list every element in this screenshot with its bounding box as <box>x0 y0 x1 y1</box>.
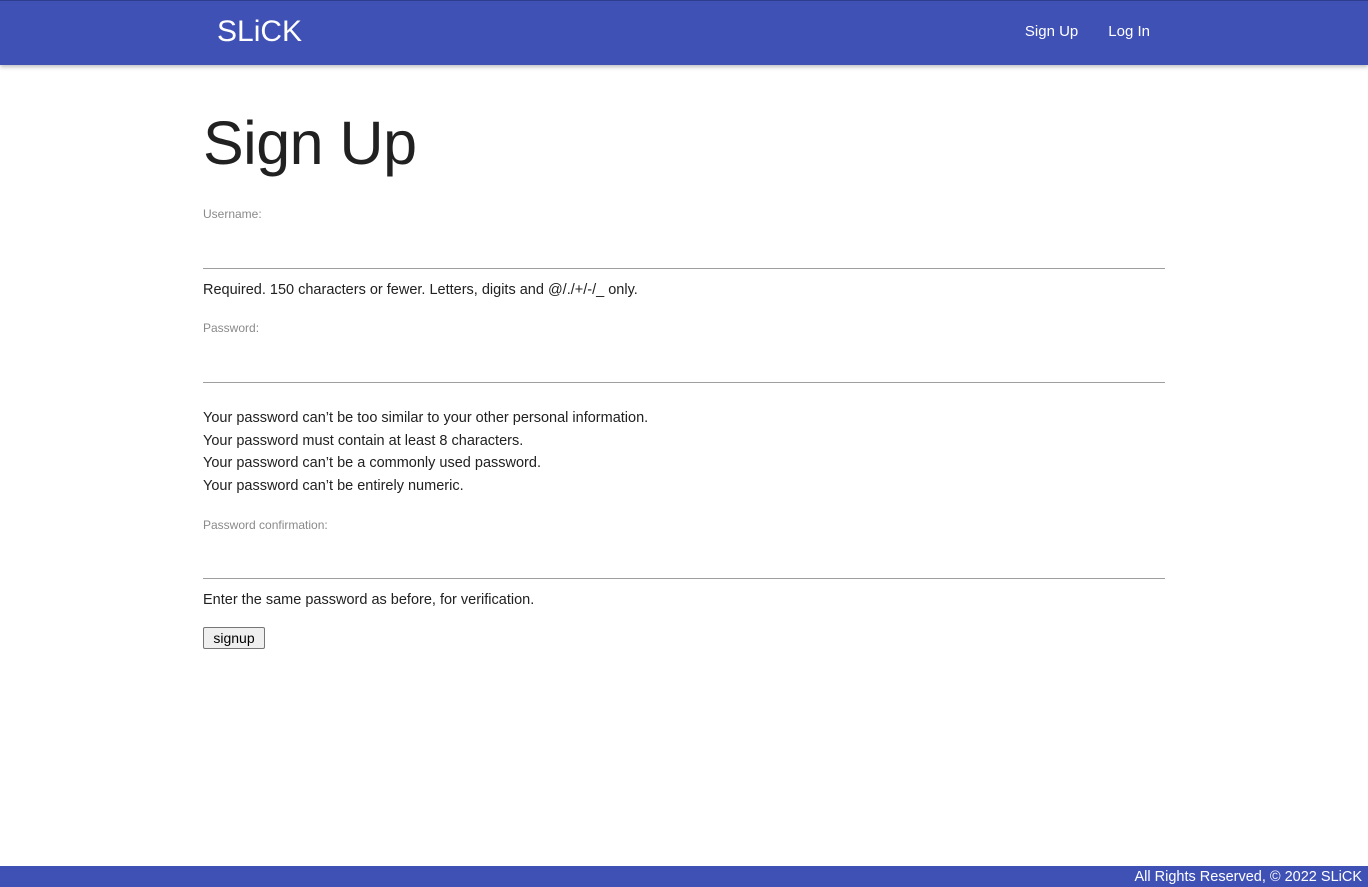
password-help-item: Your password can’t be a commonly used p… <box>203 455 541 471</box>
nav-links: Sign Up Log In <box>1025 23 1150 40</box>
password-confirmation-input[interactable] <box>203 547 1165 579</box>
username-input[interactable] <box>203 237 1165 269</box>
username-label: Username: <box>203 207 262 221</box>
password-input[interactable] <box>203 351 1165 383</box>
password-label: Password: <box>203 321 260 335</box>
page-title: Sign Up <box>203 109 417 177</box>
footer: All Rights Reserved, © 2022 SLiCK <box>0 866 1368 887</box>
nav-sign-up-link[interactable]: Sign Up <box>1025 23 1078 40</box>
password-help-item: Your password can’t be entirely numeric. <box>203 477 464 494</box>
password-help-item: Your password must contain at least 8 ch… <box>203 432 524 449</box>
nav-log-in-link[interactable]: Log In <box>1108 23 1150 40</box>
signup-button[interactable]: signup <box>203 627 265 649</box>
footer-copyright: All Rights Reserved, © 2022 SLiCK <box>1134 869 1362 885</box>
password-confirmation-label: Password confirmation: <box>203 518 328 532</box>
password-help-item: Your password can’t be too similar to yo… <box>203 410 649 426</box>
brand-logo[interactable]: SLiCK <box>217 15 302 49</box>
username-help-text: Required. 150 characters or fewer. Lette… <box>203 282 638 298</box>
password-confirmation-help-text: Enter the same password as before, for v… <box>203 592 535 608</box>
navbar: SLiCK Sign Up Log In <box>0 0 1368 65</box>
